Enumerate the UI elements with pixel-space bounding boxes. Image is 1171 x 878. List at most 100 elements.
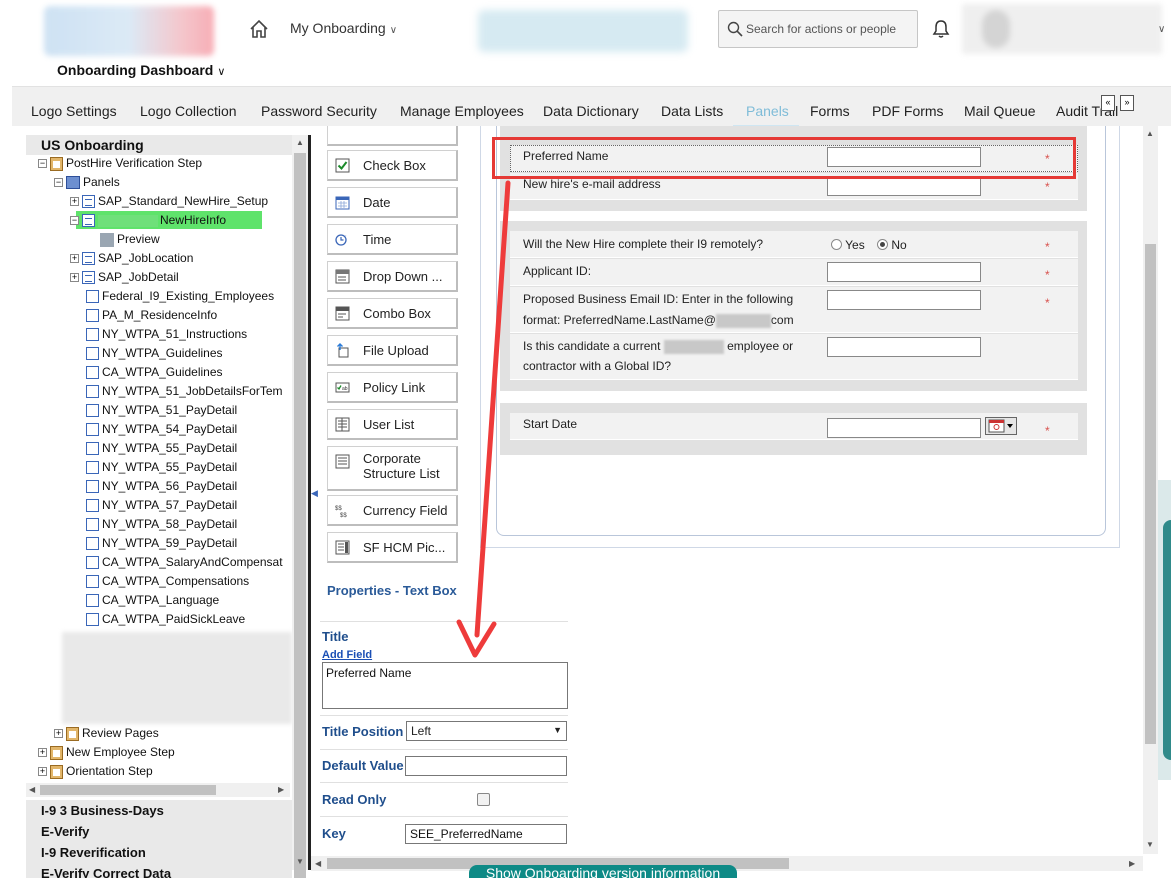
i9-yes-option[interactable]: Yes	[831, 235, 865, 255]
tree-node-panel[interactable]: NY_WTPA_57_PayDetail	[86, 497, 237, 515]
expand-icon[interactable]: +	[70, 273, 79, 283]
palette-policy-link-button[interactable]: ab Policy Link	[327, 372, 458, 403]
tree-node-panel[interactable]: NY_WTPA_51_Instructions	[86, 326, 247, 344]
collapse-icon[interactable]: −	[38, 159, 47, 169]
tree-node-posthire-step[interactable]: − PostHire Verification Step	[38, 155, 202, 173]
tree-node-preview[interactable]: Preview	[100, 231, 160, 249]
tree-node-panel[interactable]: + SAP_Standard_NewHire_Setup	[70, 193, 268, 211]
home-icon[interactable]	[248, 18, 270, 40]
scroll-left-icon[interactable]: ◀	[29, 785, 35, 794]
notification-bell-icon[interactable]	[932, 19, 950, 39]
palette-file-upload-button[interactable]: File Upload	[327, 335, 458, 366]
user-profile[interactable]	[962, 4, 1162, 54]
tree-node-panel[interactable]: NY_WTPA_58_PayDetail	[86, 516, 237, 534]
tree-node-panel[interactable]: NY_WTPA_Guidelines	[86, 345, 223, 363]
title-position-select[interactable]: Left ▼	[406, 721, 567, 741]
tree-node-panel[interactable]: NY_WTPA_55_PayDetail	[86, 440, 237, 458]
scroll-down-icon[interactable]: ▼	[1146, 840, 1154, 849]
collapse-icon[interactable]: −	[70, 216, 79, 226]
read-only-checkbox[interactable]	[477, 793, 490, 806]
section-i9-business-days[interactable]: I-9 3 Business-Days	[26, 800, 292, 821]
tab-mail-queue[interactable]: Mail Queue	[964, 103, 1036, 119]
tab-scroll-next-button[interactable]: »	[1120, 95, 1134, 111]
scrollbar-thumb[interactable]	[40, 785, 216, 795]
scroll-up-icon[interactable]: ▲	[1146, 129, 1154, 138]
tree-vertical-scrollbar[interactable]: ▲ ▼	[292, 135, 308, 878]
tree-node-review-pages[interactable]: + Review Pages	[54, 725, 159, 743]
tree-node-panel[interactable]: CA_WTPA_PaidSickLeave	[86, 611, 245, 629]
app-menu[interactable]: My Onboarding ∨	[290, 20, 397, 36]
i9-no-option[interactable]: No	[877, 235, 907, 255]
tab-pdf-forms[interactable]: PDF Forms	[872, 103, 944, 119]
tab-forms[interactable]: Forms	[810, 103, 850, 119]
radio-no[interactable]	[877, 239, 888, 250]
scroll-down-icon[interactable]: ▼	[296, 857, 304, 866]
start-date-input[interactable]	[827, 418, 981, 438]
date-picker-button[interactable]	[985, 417, 1017, 435]
add-field-link[interactable]: Add Field	[322, 649, 372, 661]
radio-yes[interactable]	[831, 239, 842, 250]
expand-icon[interactable]: +	[54, 729, 63, 739]
scroll-right-icon[interactable]: ▶	[278, 785, 284, 794]
tree-node-panel[interactable]: + SAP_JobLocation	[70, 250, 193, 268]
version-info-button[interactable]: Show Onboarding version information	[469, 865, 737, 878]
palette-check-box-button[interactable]: Check Box	[327, 150, 458, 181]
email-input[interactable]	[827, 176, 981, 196]
expand-icon[interactable]: +	[38, 748, 47, 758]
section-i9-reverification[interactable]: I-9 Reverification	[26, 842, 292, 863]
tree-node-panel[interactable]: NY_WTPA_51_JobDetailsForTem	[86, 383, 283, 401]
search-box[interactable]: Search for actions or people	[718, 10, 918, 48]
tree-node-panel[interactable]: PA_M_ResidenceInfo	[86, 307, 217, 325]
tree-node-orientation-step[interactable]: + Orientation Step	[38, 763, 153, 781]
tree-node-panel[interactable]: NY_WTPA_51_PayDetail	[86, 402, 237, 420]
title-textarea[interactable]: Preferred Name	[322, 662, 568, 709]
tab-password-security[interactable]: Password Security	[261, 103, 377, 119]
collapse-icon[interactable]: −	[54, 178, 63, 188]
expand-icon[interactable]: +	[70, 254, 79, 264]
tree-node-panel[interactable]: CA_WTPA_SalaryAndCompensat	[86, 554, 283, 572]
tab-logo-collection[interactable]: Logo Collection	[140, 103, 237, 119]
proposed-email-input[interactable]	[827, 290, 981, 310]
tab-data-lists[interactable]: Data Lists	[661, 103, 723, 119]
default-value-input[interactable]	[405, 756, 567, 776]
scroll-right-icon[interactable]: ▶	[1129, 859, 1135, 868]
expand-icon[interactable]: +	[70, 197, 79, 207]
tree-node-panel[interactable]: Federal_I9_Existing_Employees	[86, 288, 274, 306]
tab-panels[interactable]: Panels	[746, 103, 789, 119]
palette-user-list-button[interactable]: User List	[327, 409, 458, 440]
palette-corporate-structure-list-button[interactable]: Corporate Structure List	[327, 446, 458, 491]
panel-splitter[interactable]	[308, 135, 311, 870]
tree-node-panel[interactable]: NY_WTPA_56_PayDetail	[86, 478, 237, 496]
expand-icon[interactable]: +	[38, 767, 47, 777]
tree-node-panel[interactable]: NY_WTPA_55_PayDetail	[86, 459, 237, 477]
tree-node-panel[interactable]: CA_WTPA_Guidelines	[86, 364, 223, 382]
palette-sf-hcm-picker-button[interactable]: SF HCM Pic...	[327, 532, 458, 563]
tree-node-panel[interactable]: NY_WTPA_59_PayDetail	[86, 535, 237, 553]
scrollbar-thumb[interactable]	[294, 153, 306, 878]
tab-scroll-prev-button[interactable]: «	[1101, 95, 1115, 111]
applicant-id-input[interactable]	[827, 262, 981, 282]
scroll-left-icon[interactable]: ◀	[315, 859, 321, 868]
key-input[interactable]: SEE_PreferredName	[405, 824, 567, 844]
tab-data-dictionary[interactable]: Data Dictionary	[543, 103, 639, 119]
tree-horizontal-scrollbar[interactable]: ◀ ▶	[26, 783, 290, 797]
tree-node-new-employee-step[interactable]: + New Employee Step	[38, 744, 175, 762]
tab-logo-settings[interactable]: Logo Settings	[31, 103, 117, 119]
tree-node-panel[interactable]: + SAP_JobDetail	[70, 269, 179, 287]
tree-root[interactable]: US Onboarding	[26, 135, 292, 155]
tree-node-panel[interactable]: NY_WTPA_54_PayDetail	[86, 421, 237, 439]
collapse-left-icon[interactable]: ◀	[311, 488, 318, 499]
palette-currency-field-button[interactable]: $$ $$ Currency Field	[327, 495, 458, 526]
scrollbar-thumb[interactable]	[1145, 244, 1156, 744]
tree-node-newhireinfo[interactable]: − NewHireInfo	[70, 212, 226, 230]
section-e-verify[interactable]: E-Verify	[26, 821, 292, 842]
candidate-input[interactable]	[827, 337, 981, 357]
scroll-up-icon[interactable]: ▲	[296, 138, 304, 147]
section-e-verify-correct-data[interactable]: E-Verify Correct Data	[26, 863, 292, 878]
tree-node-panel[interactable]: CA_WTPA_Compensations	[86, 573, 249, 591]
palette-date-button[interactable]: Date	[327, 187, 458, 218]
content-vertical-scrollbar[interactable]: ▲ ▼	[1143, 126, 1158, 854]
chevron-down-icon[interactable]: ∨	[1158, 24, 1165, 35]
palette-button-partial[interactable]	[327, 126, 458, 146]
palette-drop-down-button[interactable]: Drop Down ...	[327, 261, 458, 292]
